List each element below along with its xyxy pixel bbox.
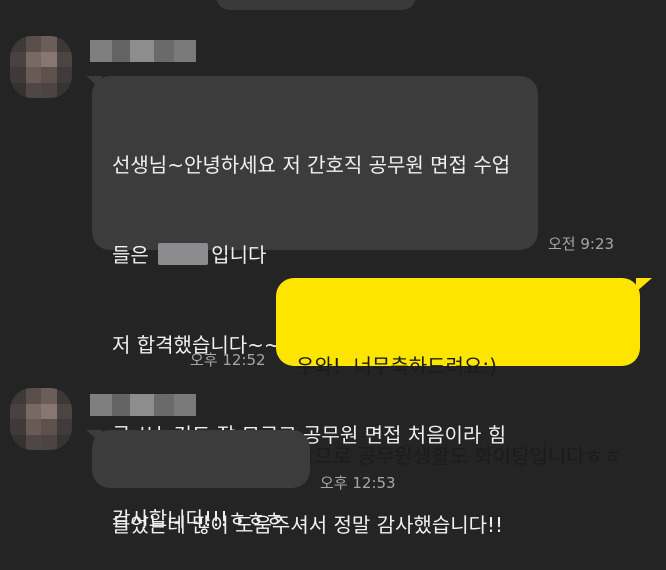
incoming-message-bubble[interactable]: 선생님~안녕하세요 저 간호직 공무원 면접 수업 들은 입니다 저 합격했습니…	[92, 76, 538, 537]
message-text-line: 들은 입니다	[112, 243, 267, 267]
avatar[interactable]	[10, 388, 72, 450]
incoming-message-bubble[interactable]: 감사합니다!!!ㅎㅎㅎ	[92, 430, 310, 531]
message-text-line: 앞으로 공무원생활도 화이팅입니다ㅎㅎ	[296, 444, 622, 468]
message-timestamp: 오후 12:53	[320, 474, 396, 492]
outgoing-message-bubble[interactable]: 우와! 너무축하드려요:) 앞으로 공무원생활도 화이팅입니다ㅎㅎ	[276, 278, 640, 468]
message-text-line: 선생님~안녕하세요 저 간호직 공무원 면접 수업	[112, 153, 511, 177]
sender-name	[90, 40, 196, 62]
message-text-line: 우와! 너무축하드려요:)	[296, 354, 497, 378]
message-timestamp: 오후 12:52	[190, 351, 266, 369]
avatar[interactable]	[10, 36, 72, 98]
previous-message-bubble	[216, 0, 416, 10]
message-timestamp: 오전 9:23	[548, 235, 615, 253]
sender-name	[90, 394, 196, 416]
redacted-name	[158, 243, 209, 265]
message-text-line: 감사합니다!!!ㅎㅎㅎ	[112, 507, 284, 531]
